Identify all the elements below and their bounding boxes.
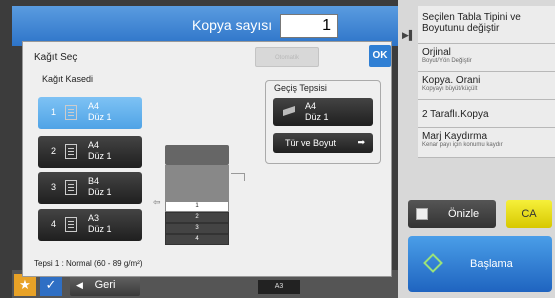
printer-tray-2: 2 xyxy=(165,212,229,223)
printer-body xyxy=(165,165,229,201)
rp-item-title: Marj Kaydırma xyxy=(422,131,488,142)
tray-size-value: A3 xyxy=(88,213,100,223)
rp-item-duplex[interactable]: 2 Taraflı.Kopya xyxy=(418,100,555,128)
tray-info-text: Tepsi 1 : Normal (60 - 89 g/m²) xyxy=(34,259,143,268)
tray-size-value: A4 xyxy=(88,140,100,150)
type-and-size-label: Tür ve Boyut xyxy=(285,138,337,148)
tray-size: A3 Düz 1 xyxy=(88,213,112,235)
tray-type-value: Düz 1 xyxy=(88,151,112,161)
copies-input[interactable]: 1 xyxy=(280,14,338,38)
type-and-size-button[interactable]: Tür ve Boyut ➡ xyxy=(273,133,373,153)
tray-size: B4 Düz 1 xyxy=(88,176,112,198)
tray-button-2[interactable]: 2 A4 Düz 1 xyxy=(38,136,142,168)
back-arrow-icon: ◀ xyxy=(76,280,83,290)
bypass-tray-box: Geçiş Tepsisi A4 Düz 1 Tür ve Boyut ➡ xyxy=(265,80,381,164)
printer-tray-1: 1 xyxy=(165,201,229,212)
printer-scanner xyxy=(165,145,229,165)
paper-stack-icon xyxy=(65,180,77,195)
printer-illustration: 1 2 3 4 xyxy=(163,145,245,249)
rp-item-copy-ratio[interactable]: Kopya. Orani Kopyayı büyüt/küçült xyxy=(418,72,555,100)
bypass-size: A4 Düz 1 xyxy=(305,101,329,123)
mini-tray-indicator: A3 xyxy=(258,280,300,294)
bypass-label: Geçiş Tepsisi xyxy=(274,83,327,93)
rp-item-title: Seçilen Tabla Tipini ve Boyutunu değişti… xyxy=(422,12,521,34)
preview-label: Önizle xyxy=(448,208,480,220)
tray-size: A4 Düz 1 xyxy=(88,140,112,162)
ca-button[interactable]: CA xyxy=(506,200,552,228)
tray-size: A4 Düz 1 xyxy=(88,101,112,123)
collapse-arrow-icon[interactable]: ▶▌ xyxy=(402,30,416,44)
paper-stack-icon xyxy=(65,105,77,120)
preview-icon xyxy=(416,208,428,220)
back-label: Geri xyxy=(94,279,116,291)
tray-number: 4 xyxy=(51,219,57,229)
paper-select-dialog: Kağıt Seç Otomatik OK Kağıt Kasedi 1 A4 … xyxy=(22,41,392,277)
tray-button-3[interactable]: 3 B4 Düz 1 xyxy=(38,172,142,204)
rp-item-title: Kopya. Orani xyxy=(422,75,481,86)
favorite-star-icon[interactable]: ★ xyxy=(14,274,36,296)
bypass-size-value: A4 xyxy=(305,101,317,111)
start-label: Başlama xyxy=(470,258,513,270)
tray-type-value: Düz 1 xyxy=(88,112,112,122)
tray-number: 3 xyxy=(51,182,57,192)
tray-number: 2 xyxy=(51,146,57,156)
printer-tray-4: 4 xyxy=(165,234,229,245)
tray-button-1[interactable]: 1 A4 Düz 1 xyxy=(38,97,142,129)
printer-tray-3: 3 xyxy=(165,223,229,234)
tray-size-value: B4 xyxy=(88,176,100,186)
printer-output-tray xyxy=(231,173,245,181)
rp-item-sub: Kopyayı büyüt/küçült xyxy=(422,86,478,92)
paper-stack-icon xyxy=(65,144,77,159)
tray-number: 1 xyxy=(51,107,57,117)
rp-item-sub: Boyut/Yön Değiştir xyxy=(422,58,472,64)
dialog-title: Kağıt Seç xyxy=(34,52,78,63)
back-button[interactable]: ◀ Geri xyxy=(70,274,140,296)
rp-item-title: 2 Taraflı.Kopya xyxy=(422,109,489,120)
tray-button-4[interactable]: 4 A3 Düz 1 xyxy=(38,209,142,241)
preview-button[interactable]: Önizle xyxy=(408,200,496,228)
rp-item-margin-shift[interactable]: Marj Kaydırma Kenar payı için konumu kay… xyxy=(418,128,555,158)
bypass-tray-button[interactable]: A4 Düz 1 xyxy=(273,98,373,126)
bypass-type-value: Düz 1 xyxy=(305,112,329,122)
rp-item-tray-type[interactable]: Seçilen Tabla Tipini ve Boyutunu değişti… xyxy=(418,6,555,44)
tray-type-value: Düz 1 xyxy=(88,224,112,234)
rp-item-title: Orjinal xyxy=(422,47,451,58)
tray-type-value: Düz 1 xyxy=(88,187,112,197)
tray-size-value: A4 xyxy=(88,101,100,111)
check-icon[interactable]: ✓ xyxy=(40,274,62,296)
auto-button: Otomatik xyxy=(255,47,319,67)
copies-label: Kopya sayısı xyxy=(192,17,273,33)
paper-stack-icon xyxy=(65,217,77,232)
arrow-right-icon: ➡ xyxy=(357,137,365,147)
ok-button[interactable]: OK xyxy=(369,45,391,67)
bypass-tray-icon xyxy=(283,106,295,116)
cassette-label: Kağıt Kasedi xyxy=(42,74,94,84)
start-icon xyxy=(423,253,443,273)
rp-item-original[interactable]: Orjinal Boyut/Yön Değiştir xyxy=(418,44,555,72)
start-button[interactable]: Başlama xyxy=(408,236,552,292)
rp-item-sub: Kenar payı için konumu kaydır xyxy=(422,142,503,148)
